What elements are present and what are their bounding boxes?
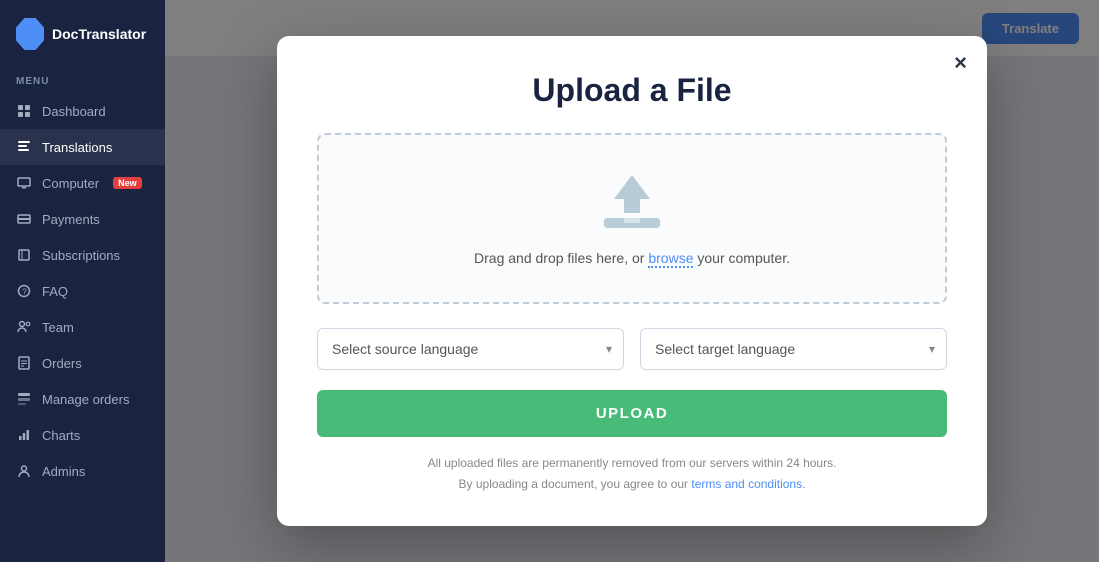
upload-icon: [596, 171, 668, 236]
orders-icon: [16, 355, 32, 371]
sidebar-logo: DocTranslator: [0, 0, 165, 68]
sidebar-item-label: Manage orders: [42, 392, 129, 407]
target-language-select[interactable]: Select target language: [640, 328, 947, 370]
sidebar-item-subscriptions[interactable]: Subscriptions: [0, 237, 165, 273]
sidebar-item-label: Translations: [42, 140, 112, 155]
footer-line2: By uploading a document, you agree to ou…: [317, 474, 947, 494]
source-language-select[interactable]: Select source language: [317, 328, 624, 370]
logo-text: DocTranslator: [52, 26, 146, 42]
sidebar: DocTranslator MENU Dashboard Translation…: [0, 0, 165, 562]
modal-overlay: × Upload a File Drag and drop files here…: [165, 0, 1099, 562]
upload-button[interactable]: UPLOAD: [317, 390, 947, 437]
browse-link[interactable]: browse: [648, 250, 693, 268]
logo-icon: [16, 18, 44, 50]
sidebar-item-computer[interactable]: Computer New: [0, 165, 165, 201]
sidebar-item-label: Admins: [42, 464, 85, 479]
sidebar-menu-label: MENU: [0, 68, 165, 93]
translations-icon: [16, 139, 32, 155]
source-language-wrapper: Select source language ▾: [317, 328, 624, 370]
new-badge: New: [113, 177, 142, 189]
sidebar-item-payments[interactable]: Payments: [0, 201, 165, 237]
drop-zone-text: Drag and drop files here, or browse your…: [474, 250, 790, 266]
footer-line1: All uploaded files are permanently remov…: [317, 453, 947, 473]
sidebar-item-label: Charts: [42, 428, 80, 443]
charts-icon: [16, 427, 32, 443]
sidebar-item-label: Orders: [42, 356, 82, 371]
sidebar-item-manage-orders[interactable]: Manage orders: [0, 381, 165, 417]
svg-text:?: ?: [22, 288, 27, 297]
modal-close-button[interactable]: ×: [954, 52, 967, 74]
sidebar-item-admins[interactable]: Admins: [0, 453, 165, 489]
sidebar-item-team[interactable]: Team: [0, 309, 165, 345]
sidebar-item-label: Payments: [42, 212, 100, 227]
sidebar-item-label: Subscriptions: [42, 248, 120, 263]
manage-orders-icon: [16, 391, 32, 407]
sidebar-item-translations[interactable]: Translations: [0, 129, 165, 165]
sidebar-item-label: Dashboard: [42, 104, 106, 119]
upload-modal: × Upload a File Drag and drop files here…: [277, 36, 987, 526]
main-area: Translate × Upload a File: [165, 0, 1099, 562]
terms-conditions-link[interactable]: terms and conditions: [691, 477, 802, 491]
team-icon: [16, 319, 32, 335]
sidebar-item-faq[interactable]: ? FAQ: [0, 273, 165, 309]
computer-icon: [16, 175, 32, 191]
sidebar-item-dashboard[interactable]: Dashboard: [0, 93, 165, 129]
subscriptions-icon: [16, 247, 32, 263]
sidebar-item-label: Computer: [42, 176, 99, 191]
sidebar-item-label: FAQ: [42, 284, 68, 299]
sidebar-item-charts[interactable]: Charts: [0, 417, 165, 453]
sidebar-item-orders[interactable]: Orders: [0, 345, 165, 381]
dashboard-icon: [16, 103, 32, 119]
faq-icon: ?: [16, 283, 32, 299]
admins-icon: [16, 463, 32, 479]
target-language-wrapper: Select target language ▾: [640, 328, 947, 370]
file-drop-zone[interactable]: Drag and drop files here, or browse your…: [317, 133, 947, 304]
payments-icon: [16, 211, 32, 227]
modal-footer: All uploaded files are permanently remov…: [317, 453, 947, 494]
modal-title: Upload a File: [317, 72, 947, 109]
sidebar-item-label: Team: [42, 320, 74, 335]
language-selectors-row: Select source language ▾ Select target l…: [317, 328, 947, 370]
